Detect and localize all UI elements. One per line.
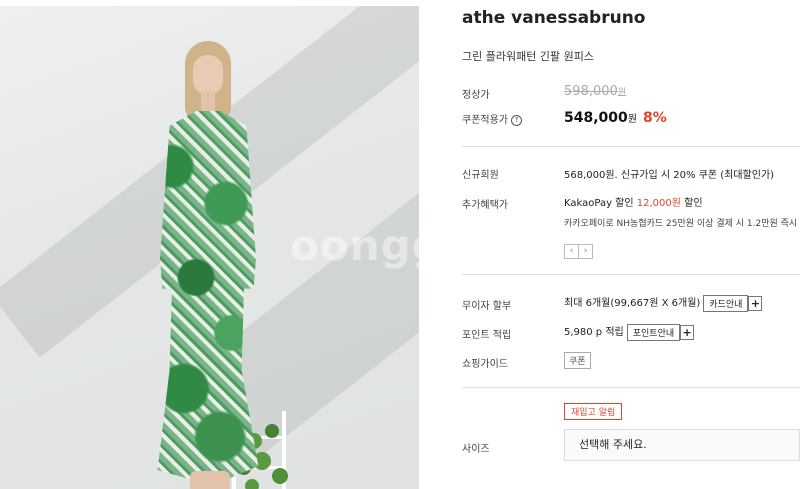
installment-info: 최대 6개월(99,667원 X 6개월) 카드안내 + xyxy=(564,294,763,312)
divider xyxy=(462,387,800,388)
product-image: oongg xyxy=(0,6,419,489)
shopping-guide-label: 쇼핑가이드 xyxy=(462,359,508,370)
brand-name[interactable]: athe vanessabruno xyxy=(462,8,645,28)
model-figure xyxy=(130,41,280,489)
regular-price-label: 정상가 xyxy=(462,90,490,101)
help-icon[interactable]: ? xyxy=(511,115,522,126)
points-guide-button[interactable]: 포인트안내 xyxy=(626,323,681,341)
restock-alert-button[interactable]: 재입고 알림 xyxy=(564,403,623,420)
chevron-left-icon[interactable]: ‹ xyxy=(564,244,579,259)
coupon-tag-button[interactable]: 쿠폰 xyxy=(564,352,591,369)
discount-rate: 8% xyxy=(642,110,667,126)
installment-label: 무이자 할부 xyxy=(462,301,512,312)
points-label: 포인트 적립 xyxy=(462,330,512,341)
divider xyxy=(462,146,800,147)
extra-benefit-label: 추가혜택가 xyxy=(462,200,508,211)
new-member-label: 신규회원 xyxy=(462,170,499,181)
card-guide-button[interactable]: 카드안내 xyxy=(703,294,749,312)
card-benefit-text: 카카오페이로 NH농협카드 25만원 이상 결제 시 1.2만원 즉시 xyxy=(564,219,798,229)
green-floral-dress xyxy=(157,111,259,481)
benefit-pager: ‹ › xyxy=(564,238,593,259)
product-info-panel: athe vanessabruno 그린 플라워패턴 긴팔 원피스 정상가 59… xyxy=(462,0,800,489)
coupon-price-label: 쿠폰적용가? xyxy=(462,111,522,126)
size-select[interactable]: 선택해 주세요. xyxy=(564,429,800,461)
plus-icon[interactable]: + xyxy=(748,295,763,311)
points-info: 5,980 p 적립 포인트안내 + xyxy=(564,323,695,341)
divider xyxy=(462,274,800,275)
new-member-text: 568,000원. 신규가입 시 20% 쿠폰 (최대할인가) xyxy=(564,170,775,181)
watermark-text: oongg xyxy=(290,221,419,270)
product-name: 그린 플라워패턴 긴팔 원피스 xyxy=(462,50,594,63)
size-label: 사이즈 xyxy=(462,444,490,455)
coupon-price: 548,000원 8% xyxy=(564,110,667,126)
regular-price: 598,000원 xyxy=(564,84,627,99)
plus-icon[interactable]: + xyxy=(680,324,695,340)
chevron-right-icon[interactable]: › xyxy=(578,244,593,259)
kakaopay-discount: KakaoPay 할인 12,000원 할인 xyxy=(564,198,703,209)
